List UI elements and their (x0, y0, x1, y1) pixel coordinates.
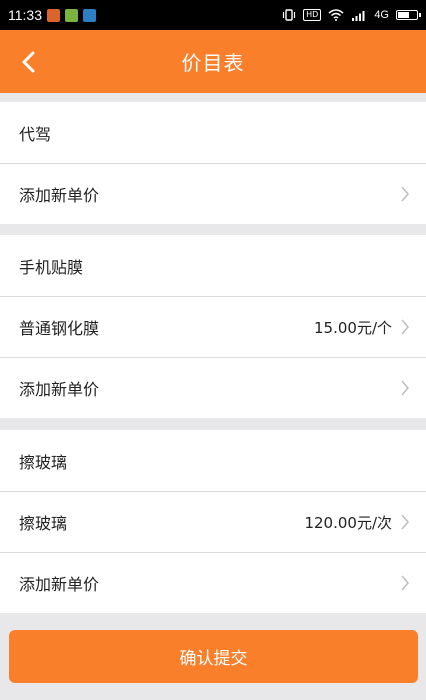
price-section: 擦玻璃 擦玻璃 120.00元/次 添加新单价 (0, 430, 426, 613)
page-title: 价目表 (181, 51, 245, 75)
submit-button-label: 确认提交 (179, 649, 248, 669)
add-price-row[interactable]: 添加新单价 (0, 163, 426, 224)
section-title: 擦玻璃 (19, 452, 68, 472)
battery-icon (396, 10, 421, 20)
notification-app-icon (47, 8, 60, 22)
notification-app-icon (83, 8, 96, 22)
chevron-right-icon (401, 575, 409, 591)
header-bar: 价目表 (0, 30, 426, 93)
wifi-icon (328, 9, 344, 21)
price-section: 代驾 添加新单价 (0, 102, 426, 224)
chevron-right-icon (401, 380, 409, 396)
add-price-label: 添加新单价 (19, 186, 100, 205)
price-item-row[interactable]: 普通钢化膜 15.00元/个 (0, 296, 426, 357)
section-title: 代驾 (19, 124, 52, 144)
status-bar: 11:33 HD 4G (0, 0, 426, 30)
chevron-right-icon (401, 319, 409, 335)
price-item-value: 120.00元/次 (304, 513, 392, 532)
price-item-label: 擦玻璃 (19, 514, 68, 533)
network-type: 4G (374, 9, 389, 21)
add-price-row[interactable]: 添加新单价 (0, 552, 426, 613)
submit-button[interactable]: 确认提交 (9, 630, 418, 683)
add-price-label: 添加新单价 (19, 380, 100, 399)
chevron-right-icon (401, 186, 409, 202)
price-item-row[interactable]: 擦玻璃 120.00元/次 (0, 491, 426, 552)
price-item-label: 普通钢化膜 (19, 319, 100, 338)
price-section: 手机贴膜 普通钢化膜 15.00元/个 添加新单价 (0, 235, 426, 418)
section-title-row: 代驾 (0, 102, 426, 163)
vibrate-icon (283, 9, 296, 21)
section-title: 手机贴膜 (19, 257, 84, 277)
price-item-value: 15.00元/个 (314, 318, 392, 337)
status-time: 11:33 (8, 7, 42, 23)
notification-app-icon (65, 8, 78, 22)
chevron-right-icon (401, 514, 409, 530)
hd-voice-icon: HD (303, 9, 322, 21)
chevron-left-icon[interactable] (16, 48, 44, 76)
signal-icon (352, 11, 365, 21)
add-price-row[interactable]: 添加新单价 (0, 357, 426, 418)
add-price-label: 添加新单价 (19, 575, 100, 594)
section-title-row: 擦玻璃 (0, 430, 426, 491)
section-title-row: 手机贴膜 (0, 235, 426, 296)
